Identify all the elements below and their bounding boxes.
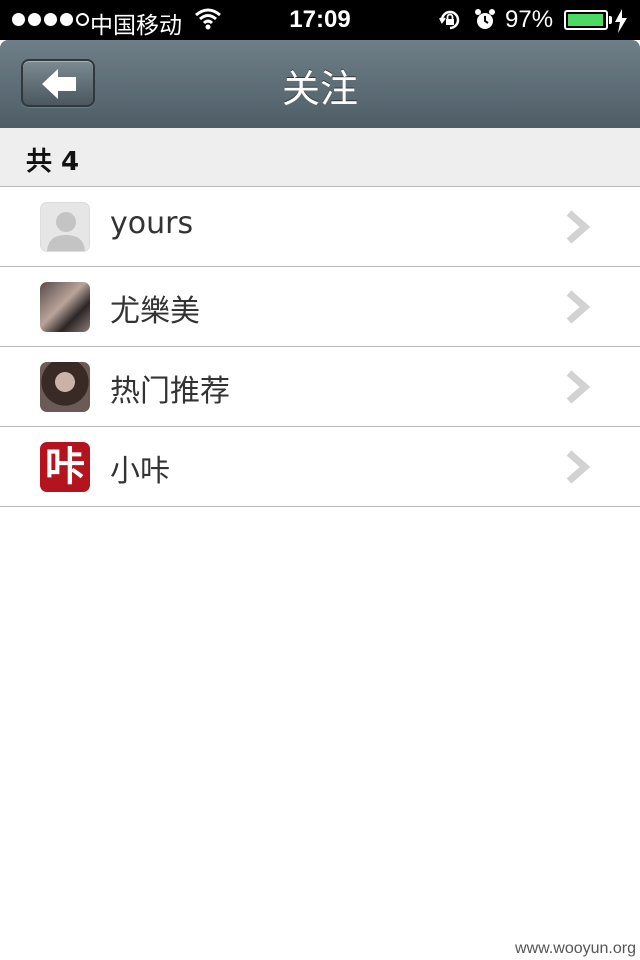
chevron-right-icon [565, 449, 591, 489]
user-photo-avatar [40, 362, 90, 412]
battery-percent: 97% [505, 6, 554, 33]
chevron-right-icon [565, 209, 591, 249]
list-item-name: yours [110, 206, 194, 241]
follow-list: yours 尤樂美 热门推荐 咔 小咔 [0, 187, 640, 507]
list-item[interactable]: yours [0, 187, 640, 267]
default-user-avatar [40, 202, 90, 252]
charging-bolt-icon [614, 9, 628, 40]
page-title: 关注 [281, 67, 358, 111]
count-header: 共 4 [0, 128, 640, 187]
navigation-bar: 关注 [0, 40, 640, 129]
list-item[interactable]: 咔 小咔 [0, 427, 640, 507]
watermark: www.wooyun.org [515, 940, 636, 957]
brand-avatar: 咔 [40, 442, 90, 492]
alarm-icon [474, 8, 496, 39]
list-item-name: 小咔 [110, 454, 170, 489]
list-item[interactable]: 热门推荐 [0, 347, 640, 427]
rotation-lock-icon [438, 8, 462, 39]
list-item-name: 热门推荐 [110, 374, 230, 409]
list-item-name: 尤樂美 [110, 294, 200, 329]
follow-count: 共 4 [26, 147, 80, 177]
user-photo-avatar [40, 282, 90, 332]
list-item[interactable]: 尤樂美 [0, 267, 640, 347]
chevron-right-icon [565, 289, 591, 329]
chevron-right-icon [565, 369, 591, 409]
status-bar: 中国移动 17:09 97% [0, 0, 640, 40]
battery-icon [564, 10, 612, 30]
